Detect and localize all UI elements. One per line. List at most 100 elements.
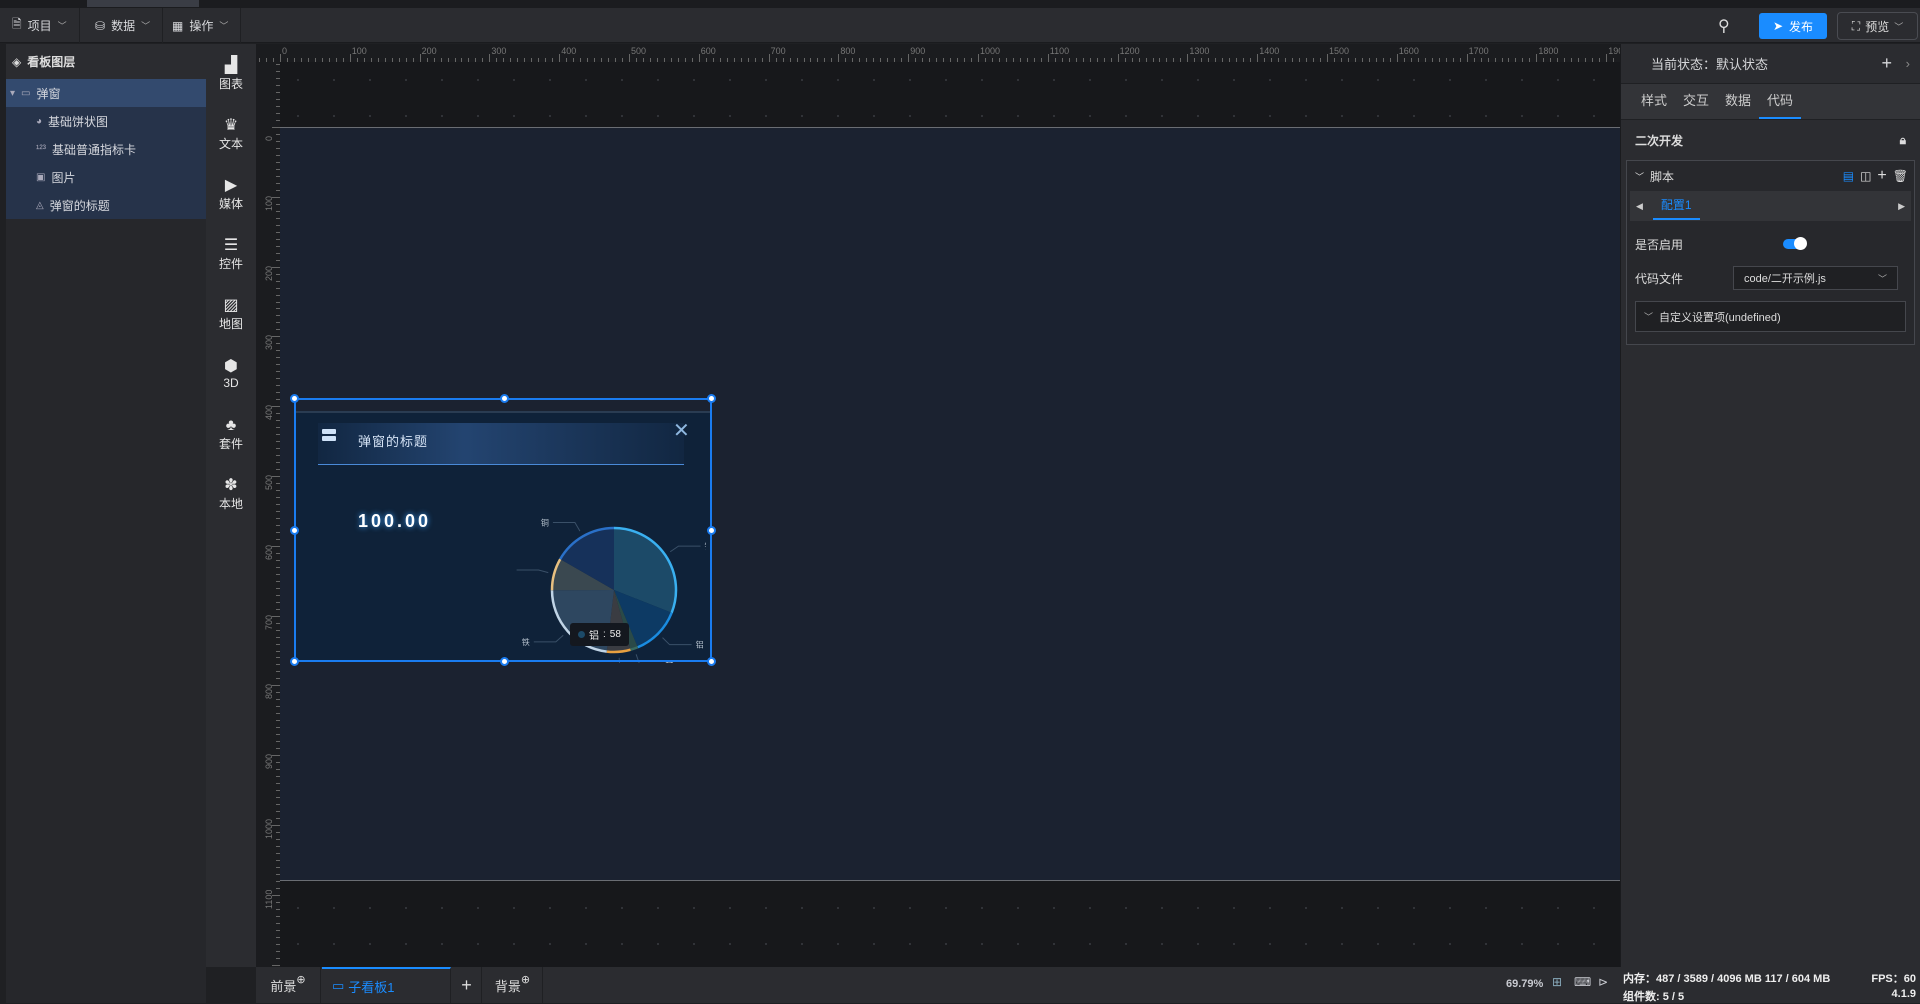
chevron-down-icon: ﹀ (1644, 310, 1653, 323)
terminal-icon[interactable]: ⊳ (1598, 975, 1608, 989)
enable-label: 是否启用 (1635, 236, 1683, 253)
ruler-label: 0 (264, 136, 274, 141)
add-icon[interactable]: + (1877, 167, 1886, 185)
add-circle-icon[interactable]: ⊕ (521, 973, 530, 986)
ruler-label: 1800 (1538, 46, 1558, 56)
tab-interaction[interactable]: 交互 (1675, 84, 1717, 119)
database-icon: ⛁ (95, 19, 105, 33)
layer-group-popup[interactable]: ▾▭弹窗 (6, 79, 206, 107)
section-title: 二次开发 (1635, 132, 1683, 149)
selection-box[interactable] (294, 398, 712, 662)
publish-label: 发布 (1789, 18, 1813, 35)
tab-style[interactable]: 样式 (1633, 84, 1675, 119)
layers-header: ◈看板图层 (6, 44, 206, 79)
layout-icon[interactable]: ▤ (1843, 169, 1854, 183)
secondary-dev-header: 二次开发 🔒︎ (1621, 120, 1920, 160)
resize-handle[interactable] (290, 657, 299, 666)
code-file-row: 代码文件code/二开示例.js﹀ (1627, 261, 1914, 295)
add-icon[interactable]: + (1881, 53, 1892, 74)
caret-left-icon[interactable]: ◀ (1636, 201, 1643, 212)
property-tabs: 样式 交互 数据 代码 (1621, 84, 1920, 120)
trash-icon[interactable]: 🗑︎ (1893, 169, 1914, 183)
tool-kit[interactable]: ♣套件 (206, 404, 256, 464)
script-section: ﹀脚本 ▤◫+🗑︎ ◀配置1▶ 是否启用 代码文件code/二开示例.js﹀ ﹀… (1626, 160, 1915, 345)
custom-settings-collapse[interactable]: ﹀自定义设置项(undefined) (1635, 301, 1906, 332)
ruler-label: 1000 (264, 819, 274, 839)
cube-icon: ⬢ (224, 358, 238, 376)
tool-control[interactable]: ☰控件 (206, 224, 256, 284)
preview-label: 预览 (1865, 18, 1889, 35)
menu-project[interactable]: 🗎项目﹀ (0, 8, 80, 43)
layer-label: 弹窗 (36, 85, 60, 102)
top-toolbar: 🗎项目﹀ ⛁数据﹀ ▦操作﹀ ⚲ ➤发布 ⛶预览﹀ (0, 8, 1920, 43)
resize-handle[interactable] (707, 394, 716, 403)
resize-handle[interactable] (500, 394, 509, 403)
component-toolbar: ▟图表 ♛文本 ▶媒体 ☰控件 ▨地图 ⬢3D ♣套件 ✽本地 (206, 44, 256, 967)
caret-right-icon[interactable]: ▶ (1898, 201, 1905, 212)
split-icon[interactable]: ◫ (1860, 169, 1871, 183)
fit-icon[interactable]: ⊞ (1552, 975, 1562, 989)
tab-foreground[interactable]: 前景⊕ (256, 967, 321, 1003)
title-icon: ◬ (36, 200, 44, 211)
send-icon: ➤ (1773, 19, 1783, 33)
resize-handle[interactable] (500, 657, 509, 666)
code-file-select[interactable]: code/二开示例.js﹀ (1733, 266, 1898, 290)
tab-subboard[interactable]: ▭子看板1 (322, 967, 451, 1003)
image-icon: ▣ (36, 172, 45, 183)
tool-media[interactable]: ▶媒体 (206, 164, 256, 224)
script-header[interactable]: ﹀脚本 ▤◫+🗑︎ (1627, 161, 1914, 191)
preview-button[interactable]: ⛶预览﹀ (1837, 12, 1918, 40)
resize-handle[interactable] (707, 526, 716, 535)
current-state[interactable]: 当前状态：默认状态 (1651, 54, 1768, 73)
lock-icon[interactable]: 🔒︎ (1900, 133, 1906, 148)
ruler-label: 600 (264, 545, 274, 560)
window-tab[interactable] (87, 0, 199, 7)
menu-data[interactable]: ⛁数据﹀ (83, 8, 163, 43)
chevron-right-icon[interactable]: › (1906, 56, 1910, 71)
keyboard-icon[interactable]: ⌨ (1574, 975, 1591, 989)
ruler-horizontal: 0100200300400500600700800900100011001200… (256, 44, 1620, 62)
number-icon: ¹²³ (36, 144, 46, 155)
fullscreen-icon: ⛶ (1852, 19, 1860, 34)
menu-operation[interactable]: ▦操作﹀ (160, 8, 241, 43)
tool-map[interactable]: ▨地图 (206, 284, 256, 344)
state-bar: 当前状态：默认状态 + › (1621, 44, 1920, 84)
resize-handle[interactable] (290, 394, 299, 403)
menu-label: 操作 (189, 17, 213, 34)
ruler-label: 1500 (1329, 46, 1349, 56)
fps-status: FPS：60 (1871, 970, 1916, 986)
chevron-down-icon: ﹀ (141, 19, 150, 32)
publish-button[interactable]: ➤ 发布 (1759, 13, 1827, 39)
ruler-label: 800 (840, 46, 855, 56)
layer-item[interactable]: ▣ 图片 (6, 163, 206, 191)
search-icon[interactable]: ⚲ (1718, 16, 1730, 36)
resize-handle[interactable] (707, 657, 716, 666)
tool-local[interactable]: ✽本地 (206, 464, 256, 524)
tab-code[interactable]: 代码 (1759, 84, 1801, 119)
resize-handle[interactable] (290, 526, 299, 535)
layer-item[interactable]: ◬弹窗的标题 (6, 191, 206, 219)
ruler-label: 800 (264, 684, 274, 699)
layers-title: 看板图层 (27, 53, 75, 70)
zoom-level[interactable]: 69.79% (1506, 978, 1543, 990)
tool-3d[interactable]: ⬢3D (206, 344, 256, 404)
ruler-label: 500 (264, 475, 274, 490)
enable-toggle[interactable] (1783, 239, 1805, 249)
layer-item[interactable]: ¹²³基础普通指标卡 (6, 135, 206, 163)
chevron-down-icon: ﹀ (1878, 272, 1887, 285)
tool-text[interactable]: ♛文本 (206, 104, 256, 164)
tool-chart[interactable]: ▟图表 (206, 44, 256, 104)
caret-down-icon: ▾ (10, 88, 15, 99)
map-icon: ▨ (223, 297, 238, 315)
add-circle-icon[interactable]: ⊕ (296, 973, 305, 986)
tab-label: 前景 (270, 976, 296, 995)
tab-data[interactable]: 数据 (1717, 84, 1759, 119)
grid-icon: ▦ (172, 19, 183, 33)
layer-item[interactable]: ◕基础饼状图 (6, 107, 206, 135)
tab-background[interactable]: 背景⊕ (483, 967, 543, 1003)
add-board-button[interactable]: + (452, 967, 482, 1003)
config-tab[interactable]: 配置1 (1653, 192, 1700, 220)
tab-label: 背景 (495, 976, 521, 995)
layer-label: 图片 (51, 169, 75, 186)
tab-label: 子看板1 (348, 977, 394, 996)
